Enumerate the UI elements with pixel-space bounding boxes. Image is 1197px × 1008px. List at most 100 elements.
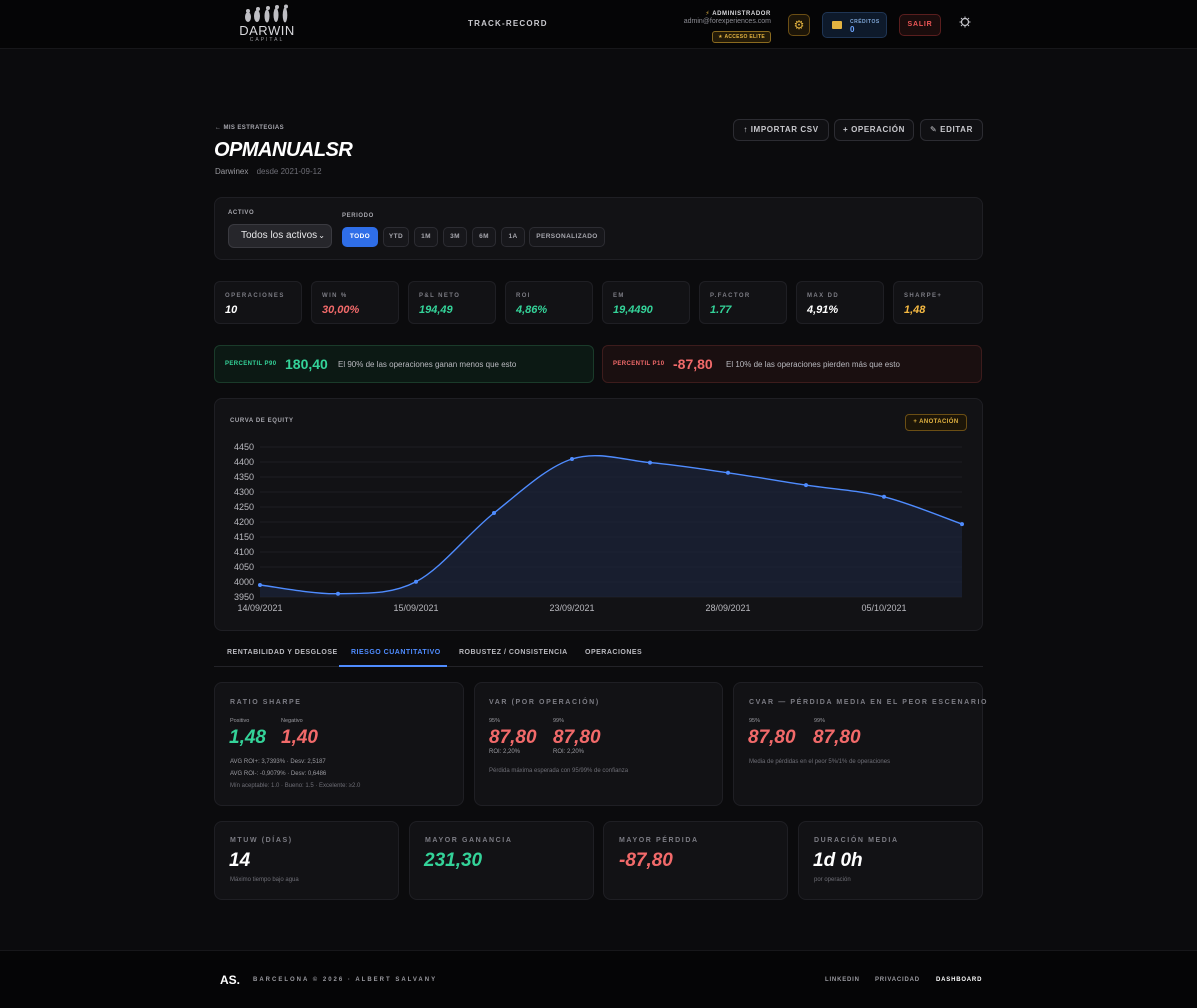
tab-operations[interactable]: OPERACIONES — [585, 649, 642, 656]
y-tick-label: 4150 — [234, 532, 254, 542]
add-annotation-button[interactable]: + ANOTACIÓN — [905, 414, 967, 431]
asset-select[interactable]: Todos los activos ⌄ — [228, 224, 332, 248]
cvar-note: Media de pérdidas en el peor 5%/1% de op… — [749, 759, 891, 765]
equity-point[interactable] — [648, 460, 652, 465]
sharpe-negative-value: 1,40 — [281, 727, 318, 748]
equity-point[interactable] — [336, 591, 340, 596]
kpi-value: 4,91% — [807, 304, 839, 316]
add-operation-button[interactable]: + OPERACIÓN — [834, 119, 914, 141]
tab-quantitative-risk[interactable]: RIESGO CUANTITATIVO — [351, 649, 441, 656]
sharpe-avg-negative: AVG ROI-: -0,9079% · Desv: 0,6486 — [230, 771, 327, 777]
kpi-sharpe: SHARPE+ 1,48 — [893, 281, 983, 324]
mtuw-title: MTUW (DÍAS) — [230, 837, 293, 844]
chevron-down-icon: ⌄ — [318, 231, 325, 240]
equity-point[interactable] — [492, 511, 496, 515]
equity-point[interactable] — [414, 579, 418, 584]
chart-title: CURVA DE EQUITY — [230, 418, 294, 424]
avg-duration-note: por operación — [814, 877, 851, 883]
sharpe-thresholds: Mín aceptable: 1.0 · Bueno: 1.5 · Excele… — [230, 783, 361, 789]
cvar-95-value: 87,80 — [748, 727, 796, 748]
page-title: OPMANUALSR — [214, 139, 353, 161]
var-note: Pérdida máxima esperada con 95/99% de co… — [489, 768, 629, 774]
gear-icon: ⚙ — [793, 18, 805, 32]
y-tick-label: 4050 — [234, 562, 254, 572]
kpi-label: P&L NETO — [419, 293, 461, 299]
credits-button[interactable]: CRÉDITOS 0 — [822, 12, 887, 38]
percentile-p10-label: PERCENTIL P10 — [613, 361, 665, 367]
cvar-99-label: 99% — [814, 718, 826, 724]
edit-button[interactable]: ✎ EDITAR — [920, 119, 983, 141]
user-email: admin@forexperiences.com — [683, 18, 771, 25]
equity-point[interactable] — [726, 470, 730, 475]
sharpe-negative-label: Negativo — [281, 718, 303, 724]
y-tick-label: 4400 — [234, 457, 254, 467]
var-99-value: 87,80 — [553, 727, 601, 748]
kpi-label: WIN % — [322, 293, 348, 299]
percentile-p90-label: PERCENTIL P90 — [225, 361, 277, 367]
footer-link-privacy[interactable]: PRIVACIDAD — [875, 977, 920, 983]
period-3m-button[interactable]: 3M — [443, 227, 467, 247]
kpi-operations: OPERACIONES 10 — [214, 281, 302, 324]
asset-select-value: Todos los activos — [241, 230, 318, 241]
period-custom-button[interactable]: PERSONALIZADO — [529, 227, 605, 247]
mtuw-note: Máximo tiempo bajo agua — [230, 877, 299, 883]
kpi-label: ROI — [516, 293, 531, 299]
logout-button[interactable]: SALIR — [899, 14, 941, 36]
period-6m-button[interactable]: 6M — [472, 227, 496, 247]
y-tick-label: 4300 — [234, 487, 254, 497]
import-csv-button[interactable]: ↑ IMPORTAR CSV — [733, 119, 829, 141]
footer-logo[interactable]: AS. — [220, 973, 240, 987]
max-gain-value: 231,30 — [424, 850, 483, 871]
equity-point[interactable] — [804, 483, 808, 488]
x-tick-label: 05/10/2021 — [861, 603, 906, 613]
footer-link-linkedin[interactable]: LINKEDIN — [825, 977, 860, 983]
credits-label: CRÉDITOS — [850, 19, 880, 25]
equity-point[interactable] — [960, 522, 964, 527]
kpi-profit-factor: P.FACTOR 1.77 — [699, 281, 787, 324]
period-todo-button[interactable]: TODO — [342, 227, 378, 247]
elite-access-badge: ★ ACCESO ELITE — [712, 31, 771, 43]
y-tick-label: 4450 — [234, 442, 254, 452]
equity-point[interactable] — [570, 457, 574, 461]
tab-returns-breakdown[interactable]: RENTABILIDAD Y DESGLOSE — [227, 649, 338, 656]
percentile-p10-description: El 10% de las operaciones pierden más qu… — [726, 360, 900, 369]
settings-button[interactable]: ⚙ — [788, 14, 810, 36]
var-99-roi: ROI: 2,20% — [553, 749, 585, 755]
asset-filter-label: ACTIVO — [228, 210, 255, 216]
mtuw-value: 14 — [229, 850, 251, 871]
kpi-value: 30,00% — [322, 304, 360, 316]
kpi-value: 1,48 — [904, 304, 926, 316]
period-filter-label: PERIODO — [342, 213, 374, 219]
kpi-net-pnl: P&L NETO 194,49 — [408, 281, 496, 324]
strategy-meta: Darwinex desde 2021-09-12 — [215, 167, 322, 176]
kpi-max-dd: MAX DD 4,91% — [796, 281, 884, 324]
equity-point[interactable] — [258, 583, 262, 587]
equity-point[interactable] — [882, 494, 886, 499]
percentile-p90-value: 180,40 — [285, 356, 328, 372]
active-tab-indicator — [339, 665, 447, 667]
y-tick-label: 4250 — [234, 502, 254, 512]
broker-name: Darwinex — [215, 167, 249, 176]
top-navigation-bar: DARWIN CAPITAL TRACK-RECORD ⚡ ADMINISTRA… — [0, 0, 1197, 49]
kpi-em: EM 19,4490 — [602, 281, 690, 324]
credits-value: 0 — [850, 25, 855, 34]
brand-logo[interactable]: DARWIN CAPITAL — [238, 4, 296, 44]
back-to-strategies-link[interactable]: ← MIS ESTRATEGIAS — [215, 125, 284, 131]
nav-track-record-link[interactable]: TRACK-RECORD — [468, 19, 548, 28]
cvar-95-label: 95% — [749, 718, 761, 724]
wallet-icon — [832, 21, 842, 29]
x-tick-label: 23/09/2021 — [549, 603, 594, 613]
var-95-label: 95% — [489, 718, 501, 724]
chart-y-axis: 3950 4000 4050 4100 4150 4200 4250 4300 4350 4400… — [234, 442, 254, 602]
since-date: desde 2021-09-12 — [256, 167, 322, 176]
theme-toggle-button[interactable] — [954, 14, 976, 36]
period-ytd-button[interactable]: YTD — [383, 227, 409, 247]
period-1a-button[interactable]: 1A — [501, 227, 525, 247]
max-loss-title: MAYOR PÉRDIDA — [619, 837, 699, 844]
period-1m-button[interactable]: 1M — [414, 227, 438, 247]
var-95-value: 87,80 — [489, 727, 537, 748]
tab-robustness[interactable]: ROBUSTEZ / CONSISTENCIA — [459, 649, 568, 656]
cvar-title: CVAR — PÉRDIDA MEDIA EN EL PEOR ESCENARI… — [749, 699, 989, 706]
footer-link-dashboard[interactable]: DASHBOARD — [936, 977, 982, 983]
percentile-p10-card: PERCENTIL P10 -87,80 El 10% de las opera… — [602, 345, 982, 383]
